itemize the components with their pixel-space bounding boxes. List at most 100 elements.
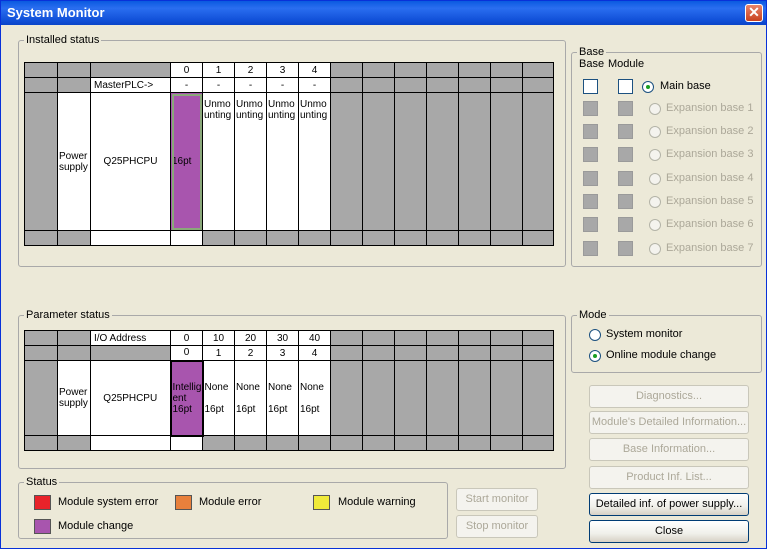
expansion-base-radio	[649, 126, 661, 138]
master-value: -	[234, 77, 267, 93]
base-checkbox	[583, 241, 598, 256]
installed-slot-number: 2	[234, 62, 267, 78]
base-legend: Base	[579, 46, 605, 58]
master-value: -	[170, 77, 203, 93]
product-inf-list-button: Product Inf. List...	[589, 466, 749, 489]
module-column-header: Module	[608, 58, 645, 70]
parameter-slot-number: 0	[170, 345, 203, 361]
master-value: -	[266, 77, 299, 93]
parameter-slot-number: 2	[234, 345, 267, 361]
installed-slot-4[interactable]: Unmounting	[298, 92, 331, 231]
io-address-value: 30	[266, 330, 299, 346]
installed-slot-1[interactable]: Unmounting	[202, 92, 235, 231]
base-checkbox	[583, 194, 598, 209]
base-column-header: Base	[579, 58, 605, 70]
module-checkbox	[618, 171, 633, 186]
mode-legend: Mode	[579, 309, 607, 321]
mode-option-label: Online module change	[606, 349, 717, 361]
installed-slot-0[interactable]: 16pt	[170, 92, 203, 231]
stop-monitor-button: Stop monitor	[456, 515, 538, 538]
base-option-label: Expansion base 7	[666, 242, 754, 254]
io-address-label: I/O Address	[90, 330, 171, 346]
module-checkbox	[618, 101, 633, 116]
start-monitor-button: Start monitor	[456, 488, 538, 511]
title-bar: System Monitor	[1, 1, 766, 25]
base-checkbox	[583, 171, 598, 186]
base-checkbox	[583, 217, 598, 232]
status-label: Module change	[58, 520, 134, 532]
window-title: System Monitor	[7, 5, 105, 20]
io-address-value: 20	[234, 330, 267, 346]
installed-slot-3[interactable]: Unmounting	[266, 92, 299, 231]
module-detailed-information-button: Module's Detailed Information...	[589, 411, 749, 434]
status-label: Module warning	[338, 496, 416, 508]
mode-group: Mode	[571, 309, 762, 373]
parameter-slot-number: 3	[266, 345, 299, 361]
master-value: -	[298, 77, 331, 93]
module-checkbox	[618, 241, 633, 256]
expansion-base-radio	[649, 243, 661, 255]
module-system-error-swatch	[34, 495, 51, 510]
module-error-swatch	[175, 495, 192, 510]
base-checkbox	[583, 101, 598, 116]
expansion-base-radio	[649, 196, 661, 208]
diagnostics-button: Diagnostics...	[589, 385, 749, 408]
io-address-value: 0	[170, 330, 203, 346]
parameter-status-legend: Parameter status	[26, 309, 110, 321]
parameter-cpu: Q25PHCPU	[90, 360, 171, 436]
installed-status-legend: Installed status	[26, 34, 100, 46]
installed-cpu[interactable]: Q25PHCPU	[90, 92, 171, 231]
base-option-label: Expansion base 1	[666, 102, 754, 114]
installed-slot-number: 1	[202, 62, 235, 78]
base-option-label: Main base	[660, 80, 711, 92]
io-address-value: 40	[298, 330, 331, 346]
parameter-power-supply: Power supply	[57, 360, 91, 436]
base-option-label: Expansion base 5	[666, 195, 754, 207]
installed-status-grid: 0 1 2 3 4 MasterPLC-> - - - - - Power su…	[24, 62, 554, 246]
system-monitor-window: System Monitor ✕ Installed status 0 1 2 …	[0, 0, 767, 549]
base-option-label: Expansion base 2	[666, 125, 754, 137]
close-button[interactable]: Close	[589, 520, 749, 543]
installed-slot-number: 4	[298, 62, 331, 78]
status-label: Module system error	[58, 496, 159, 508]
base-option-label: Expansion base 3	[666, 148, 754, 160]
expansion-base-radio	[649, 149, 661, 161]
installed-power-supply[interactable]: Power supply	[57, 92, 91, 231]
installed-slot-number: 0	[170, 62, 203, 78]
base-option-label: Expansion base 4	[666, 172, 754, 184]
expansion-base-radio	[649, 173, 661, 185]
parameter-slot-1: None 16pt	[202, 360, 235, 436]
base-checkbox	[583, 124, 598, 139]
module-checkbox	[618, 194, 633, 209]
installed-slot-2[interactable]: Unmounting	[234, 92, 267, 231]
base-checkbox[interactable]	[583, 79, 598, 94]
status-label: Module error	[199, 496, 262, 508]
power-supply-detail-button[interactable]: Detailed inf. of power supply...	[589, 493, 749, 516]
module-checkbox	[618, 147, 633, 162]
parameter-slot-3: None 16pt	[266, 360, 299, 436]
expansion-base-radio	[649, 219, 661, 231]
status-legend: Status	[26, 476, 58, 488]
module-checkbox	[618, 217, 633, 232]
expansion-base-radio	[649, 103, 661, 115]
base-checkbox	[583, 147, 598, 162]
online-module-change-radio[interactable]	[589, 350, 601, 362]
master-value: -	[202, 77, 235, 93]
parameter-slot-number: 4	[298, 345, 331, 361]
close-icon[interactable]: ✕	[745, 4, 763, 22]
parameter-slot-0: Intelligent 16pt	[169, 359, 204, 437]
system-monitor-radio[interactable]	[589, 329, 601, 341]
module-change-swatch	[34, 519, 51, 534]
parameter-slot-4: None 16pt	[298, 360, 331, 436]
master-plc-label: MasterPLC->	[90, 77, 171, 93]
base-information-button: Base Information...	[589, 438, 749, 461]
main-base-radio[interactable]	[642, 81, 654, 93]
parameter-slot-number: 1	[202, 345, 235, 361]
module-checkbox	[618, 124, 633, 139]
base-option-label: Expansion base 6	[666, 218, 754, 230]
mode-option-label: System monitor	[606, 328, 683, 340]
module-checkbox[interactable]	[618, 79, 633, 94]
installed-slot-number: 3	[266, 62, 299, 78]
module-warning-swatch	[313, 495, 330, 510]
parameter-slot-2: None 16pt	[234, 360, 267, 436]
